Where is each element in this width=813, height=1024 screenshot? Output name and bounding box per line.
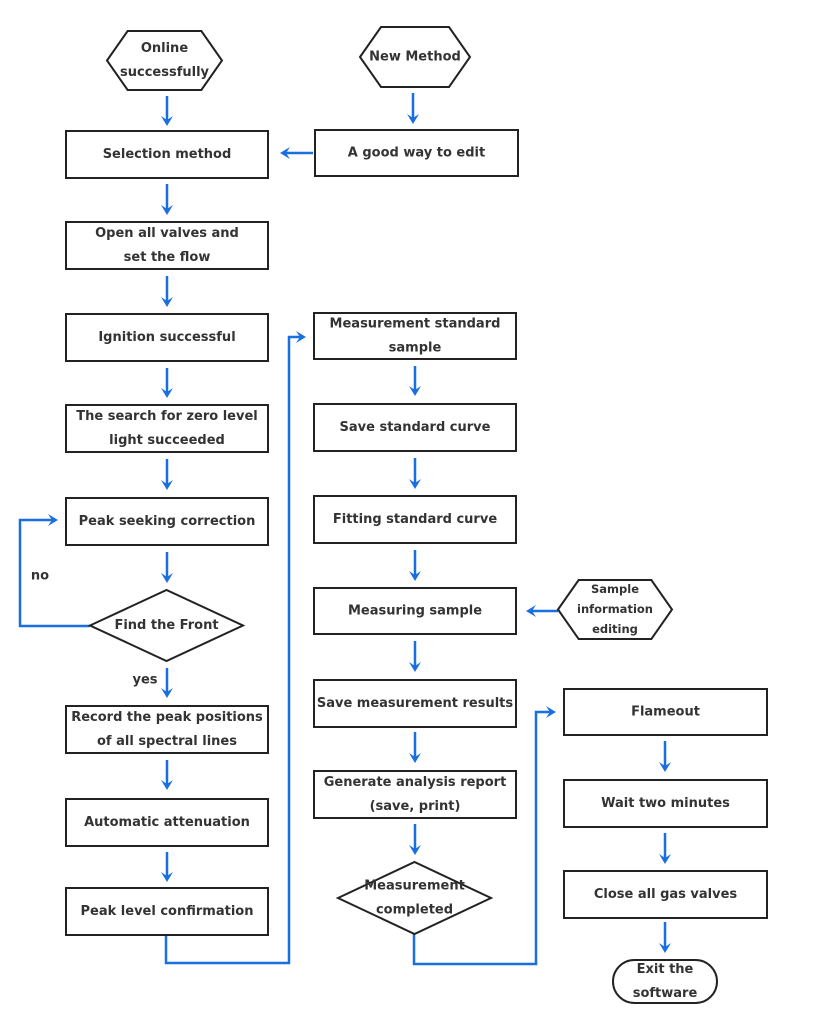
arrow-connector (161, 368, 173, 398)
arrow-connector (161, 184, 173, 215)
arrow-connector (161, 760, 173, 790)
node-label: sample (389, 341, 442, 356)
diamond-shape (335, 860, 494, 936)
arrow-connector (526, 605, 558, 617)
node-label: Measuring sample (348, 604, 482, 619)
node-label: Save standard curve (340, 420, 491, 435)
node-label: Sample (591, 582, 639, 596)
arrow-connector (161, 668, 173, 698)
hexagon-shape (105, 30, 224, 91)
node-label: software (633, 986, 698, 1001)
node-label: Fitting standard curve (333, 512, 497, 527)
node-edit: A good way to edit (314, 129, 519, 177)
node-label: Record the peak positions (71, 710, 263, 725)
node-label: New Method (369, 50, 461, 65)
arrow-connector (161, 276, 173, 307)
flowchart: Online successfully New Method Selection me… (18, 26, 768, 1004)
node-selection: Selection method (65, 130, 269, 179)
arrow-connector (407, 93, 419, 124)
arrow-connector (659, 833, 671, 864)
arrow-connector (409, 641, 421, 672)
node-label: editing (592, 622, 638, 636)
node-save-results: Save measurement results (313, 679, 517, 728)
node-fit-curve: Fitting standard curve (313, 495, 517, 544)
node-zero: The search for zero level light succeeded (65, 404, 269, 453)
arrow-connector (659, 741, 671, 772)
node-front: Find the Front (87, 588, 246, 663)
node-sample-info: Sample information editing (556, 579, 674, 640)
node-label: Peak seeking correction (79, 514, 256, 529)
node-label: of all spectral lines (97, 734, 237, 749)
node-atten: Automatic attenuation (65, 798, 269, 847)
node-label: (save, print) (370, 799, 461, 814)
node-label: Ignition successful (98, 330, 235, 345)
node-completed: Measurement completed (335, 860, 494, 936)
arrow-connector (280, 147, 313, 159)
node-label: Exit the (637, 962, 694, 977)
node-label: Open all valves and (95, 226, 239, 241)
node-report: Generate analysis report (save, print) (313, 770, 517, 819)
node-label: Measurement (364, 879, 465, 894)
node-save-curve: Save standard curve (313, 403, 517, 452)
node-label: Selection method (103, 147, 232, 162)
node-std-sample: Measurement standard sample (313, 312, 517, 360)
node-label: Save measurement results (317, 696, 514, 711)
arrow-connector (659, 922, 671, 953)
node-ignition: Ignition successful (65, 313, 269, 362)
arrow-connector (161, 96, 173, 126)
node-label: The search for zero level (76, 409, 258, 424)
node-close: Close all gas valves (563, 870, 768, 919)
arrow-connector (161, 552, 173, 583)
arrow-connector (409, 732, 421, 763)
node-label: successfully (120, 65, 210, 80)
arrow-connector (409, 824, 421, 855)
node-label: Flameout (631, 705, 700, 720)
arrow-connector (409, 550, 421, 581)
node-label: Online (141, 41, 188, 56)
node-label: information (577, 602, 653, 616)
edge-label-yes: yes (132, 673, 157, 688)
node-exit: Exit the software (612, 959, 718, 1004)
node-wait: Wait two minutes (563, 779, 768, 828)
node-label: completed (376, 903, 453, 918)
arrow-connector (161, 459, 173, 490)
node-label: Find the Front (114, 618, 218, 633)
node-new-method: New Method (358, 26, 472, 88)
node-label: A good way to edit (348, 146, 485, 161)
node-label: light succeeded (109, 433, 225, 448)
arrow-connector (409, 458, 421, 489)
node-label: Measurement standard (330, 317, 501, 332)
node-flameout: Flameout (563, 688, 768, 736)
node-label: Automatic attenuation (84, 815, 250, 830)
node-record: Record the peak positions of all spectral… (65, 705, 269, 754)
node-label: Peak level confirmation (81, 904, 254, 919)
node-label: set the flow (124, 250, 211, 265)
node-peak-seek: Peak seeking correction (65, 497, 269, 546)
node-valves: Open all valves and set the flow (65, 221, 269, 270)
connector-line (412, 710, 550, 966)
arrow-connector (409, 366, 421, 396)
node-online: Online successfully (105, 30, 224, 91)
node-peak-conf: Peak level confirmation (65, 887, 269, 936)
arrow-connector (161, 852, 173, 882)
node-measuring: Measuring sample (313, 587, 517, 635)
node-label: Wait two minutes (601, 796, 730, 811)
node-label: Close all gas valves (594, 887, 738, 902)
node-label: Generate analysis report (324, 775, 507, 790)
edge-label-no: no (31, 569, 49, 584)
